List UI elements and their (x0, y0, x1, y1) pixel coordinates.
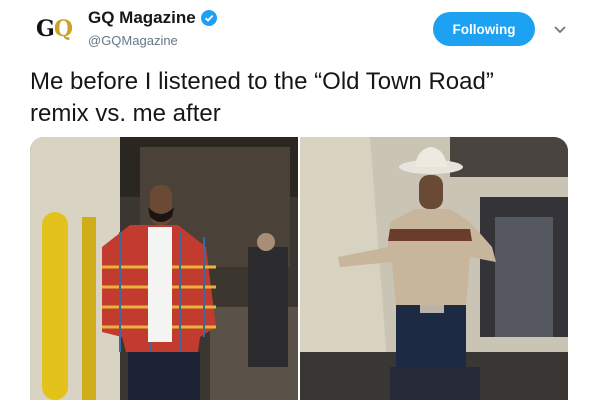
verified-badge-icon (200, 10, 217, 26)
tweet-media (30, 137, 568, 400)
tweet-text-line-1: Me before I listened to the “Old Town Ro… (30, 68, 494, 95)
photo-before[interactable] (30, 137, 298, 400)
tweet-header: GQ GQ Magazine @GQMagazine Following (0, 0, 600, 62)
chevron-down-icon[interactable] (551, 20, 569, 38)
following-button[interactable]: Following (433, 12, 535, 46)
tweet-text-line-2: remix vs. me after (30, 100, 221, 127)
avatar[interactable]: GQ (30, 12, 78, 46)
photo-after[interactable] (300, 137, 568, 400)
name-row: GQ Magazine (88, 8, 217, 28)
gq-logo: GQ (36, 16, 73, 42)
tweet-text: Me before I listened to the “Old Town Ro… (30, 66, 575, 130)
display-name[interactable]: GQ Magazine (88, 8, 196, 28)
user-handle[interactable]: @GQMagazine (88, 33, 178, 48)
